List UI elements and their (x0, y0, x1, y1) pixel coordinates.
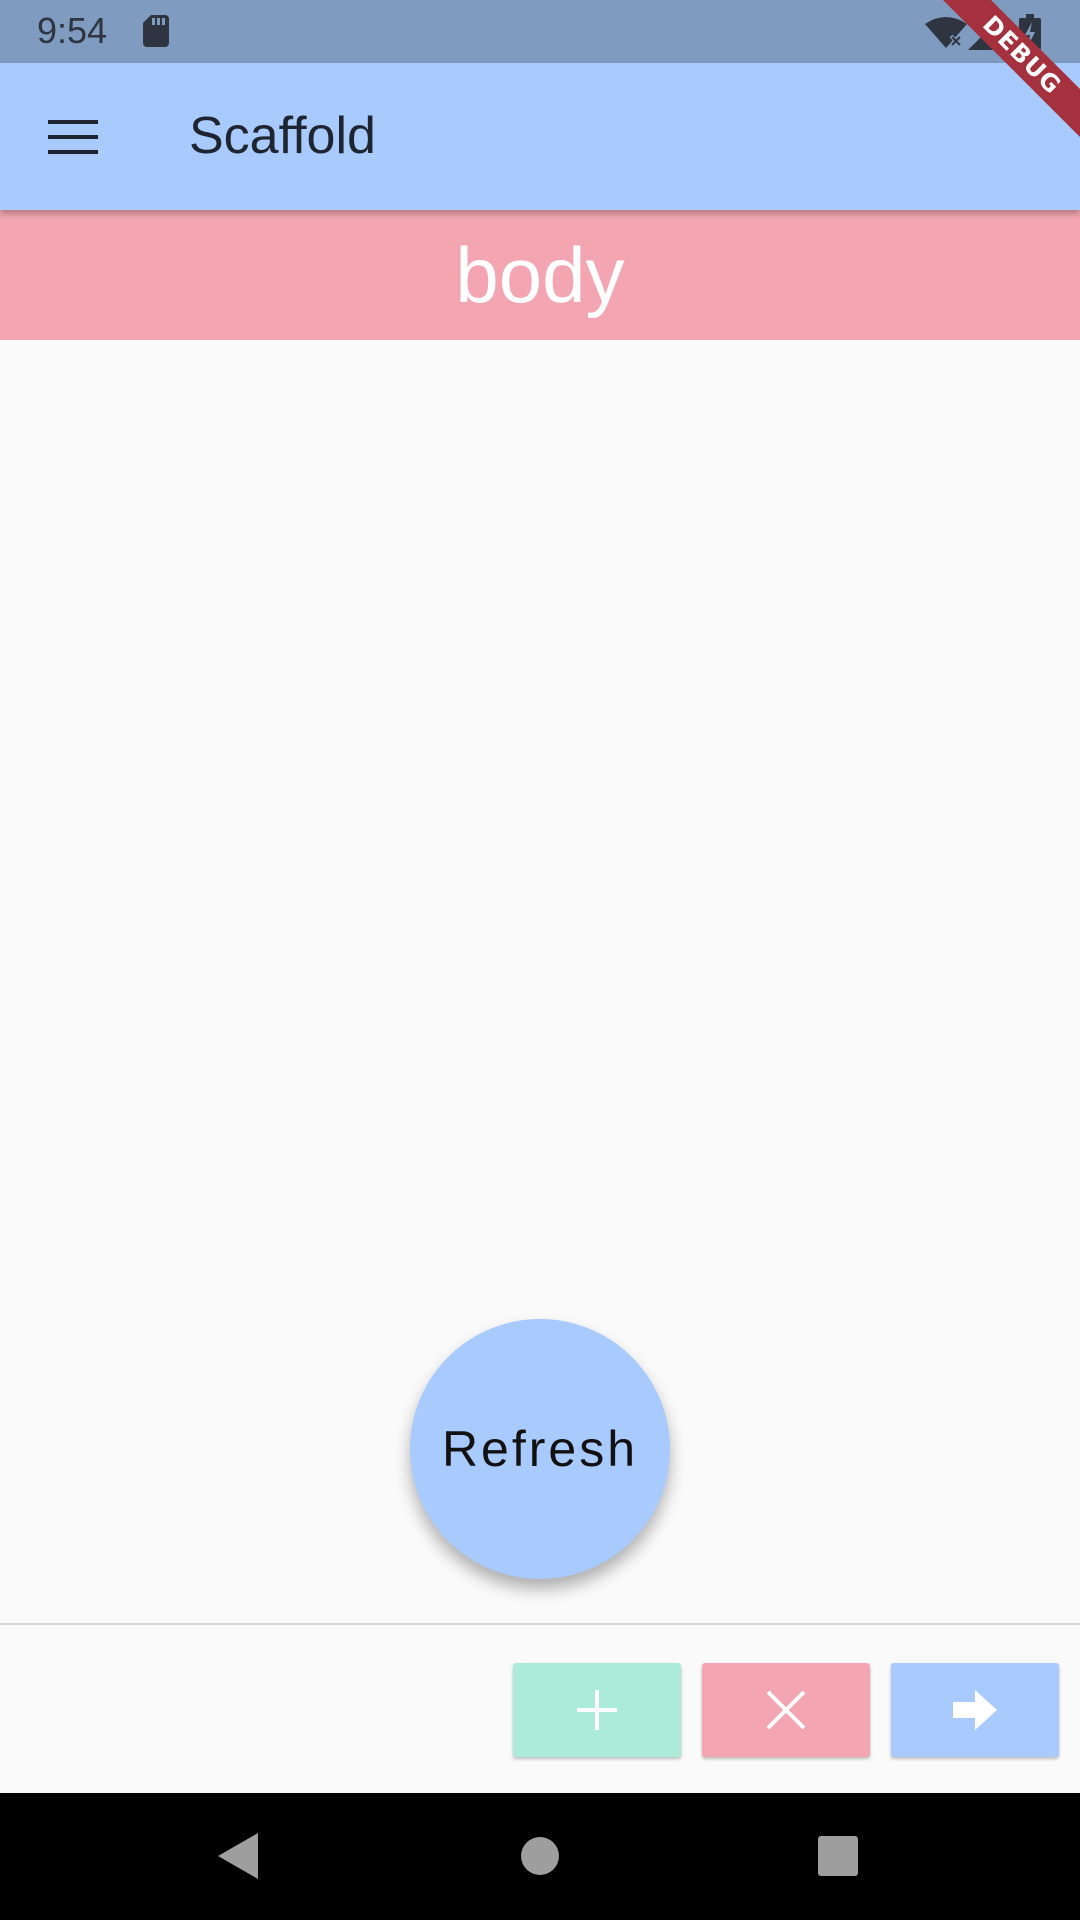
close-button[interactable] (702, 1663, 870, 1757)
sd-card-icon (143, 15, 169, 47)
battery-charging-icon (1019, 14, 1041, 50)
status-time: 9:54 (37, 10, 108, 51)
body-banner: body (0, 210, 1080, 340)
recents-icon[interactable] (818, 1836, 858, 1876)
close-icon (766, 1690, 806, 1730)
forward-button[interactable] (891, 1663, 1059, 1757)
back-icon[interactable] (218, 1833, 258, 1879)
home-icon[interactable] (520, 1836, 560, 1876)
refresh-fab-label: Refresh (441, 1421, 639, 1477)
wifi-off-icon (925, 17, 967, 48)
status-bar: 9:54 (0, 0, 1080, 63)
body-label: body (455, 230, 625, 319)
persistent-footer (0, 1625, 1080, 1793)
signal-icon (968, 16, 1002, 50)
add-icon (577, 1690, 617, 1730)
screen: 9:54 DEBUG Scaffold body Refresh (0, 0, 1080, 1920)
menu-icon (48, 120, 98, 154)
add-button[interactable] (513, 1663, 681, 1757)
app-bar: Scaffold (0, 63, 1080, 210)
system-nav-bar (0, 1793, 1080, 1920)
page-title: Scaffold (189, 107, 376, 165)
menu-button[interactable] (25, 98, 121, 176)
arrow-forward-icon (953, 1690, 997, 1730)
refresh-fab[interactable]: Refresh (410, 1319, 670, 1579)
